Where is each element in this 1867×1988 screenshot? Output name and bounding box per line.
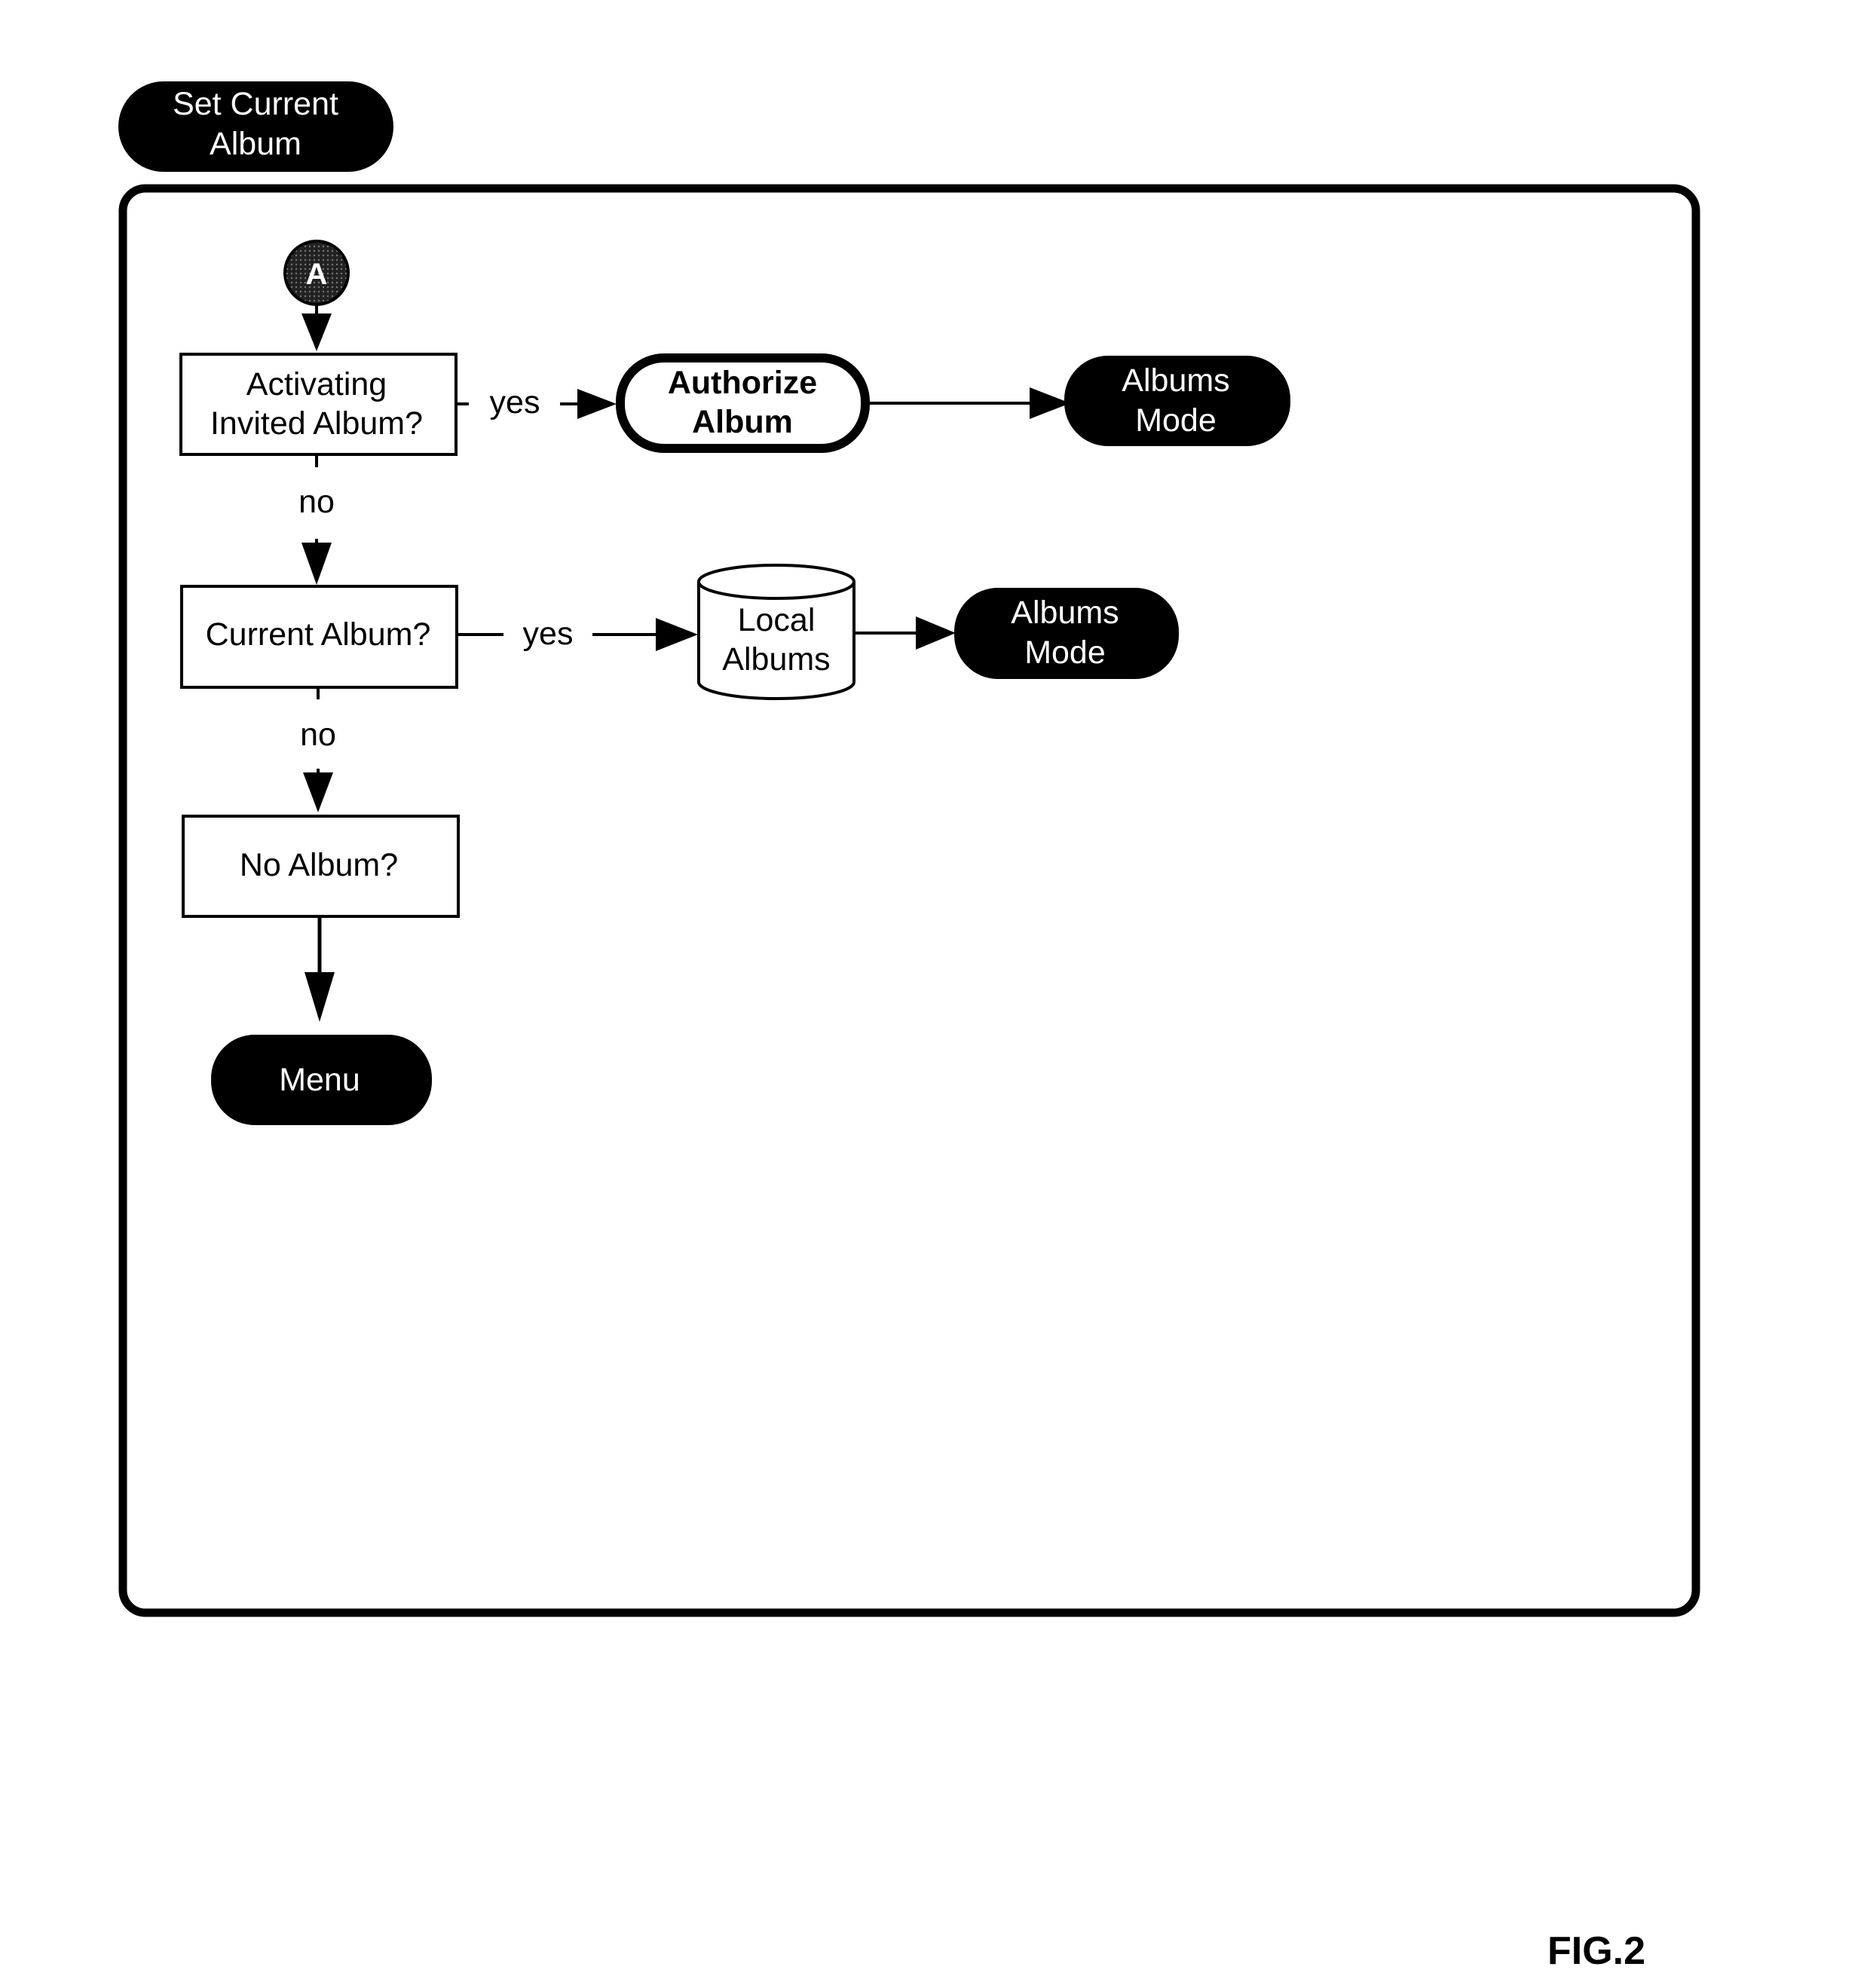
edge-label-yes-1: yes	[490, 384, 540, 421]
flowchart-canvas: Set Current Album A Activating Invited A…	[118, 81, 1700, 1973]
arrowhead	[1030, 387, 1070, 419]
arrowhead	[301, 543, 332, 585]
arrowhead	[577, 389, 617, 419]
node-label: Albums	[1011, 595, 1119, 631]
node-label: Albums	[1122, 362, 1229, 399]
edge-label-no-2: no	[300, 717, 336, 753]
datastore-local-albums: Local Albums	[697, 564, 855, 700]
node-label: Invited Album?	[210, 405, 423, 442]
arrowhead	[303, 772, 333, 812]
decision-activating-invited-album: Activating Invited Album?	[179, 353, 458, 456]
edge-label-yes-2: yes	[523, 616, 574, 652]
node-label: Mode	[1024, 635, 1106, 671]
arrowhead	[301, 313, 332, 351]
terminal-albums-mode-1: Albums Mode	[1064, 356, 1290, 446]
process-authorize-album: Authorize Album	[616, 353, 870, 453]
arrowhead	[305, 972, 335, 1022]
connector-a: A	[283, 240, 350, 306]
arrowhead	[916, 616, 956, 650]
node-label: Activating	[246, 366, 387, 402]
node-label: Mode	[1135, 402, 1217, 439]
arrowhead	[656, 618, 698, 651]
node-label: Authorize	[668, 365, 817, 401]
node-label: Albums	[722, 641, 830, 677]
decision-current-album: Current Album?	[180, 585, 458, 689]
title-pill: Set Current Album	[118, 81, 393, 172]
node-label: Menu	[279, 1062, 360, 1098]
node-label: Local	[738, 602, 816, 638]
edge-label-no-1: no	[298, 484, 335, 520]
title-line-2: Album	[210, 126, 301, 162]
node-label: Current Album?	[206, 616, 431, 653]
title-line-1: Set Current	[173, 86, 338, 122]
connector-label: A	[306, 258, 328, 291]
node-label: Album	[692, 404, 793, 440]
node-label: No Album?	[240, 847, 398, 883]
terminal-albums-mode-2: Albums Mode	[954, 588, 1179, 679]
decision-no-album: No Album?	[182, 815, 460, 918]
figure-label: FIG.2	[1547, 1929, 1645, 1973]
terminal-menu: Menu	[211, 1035, 432, 1125]
